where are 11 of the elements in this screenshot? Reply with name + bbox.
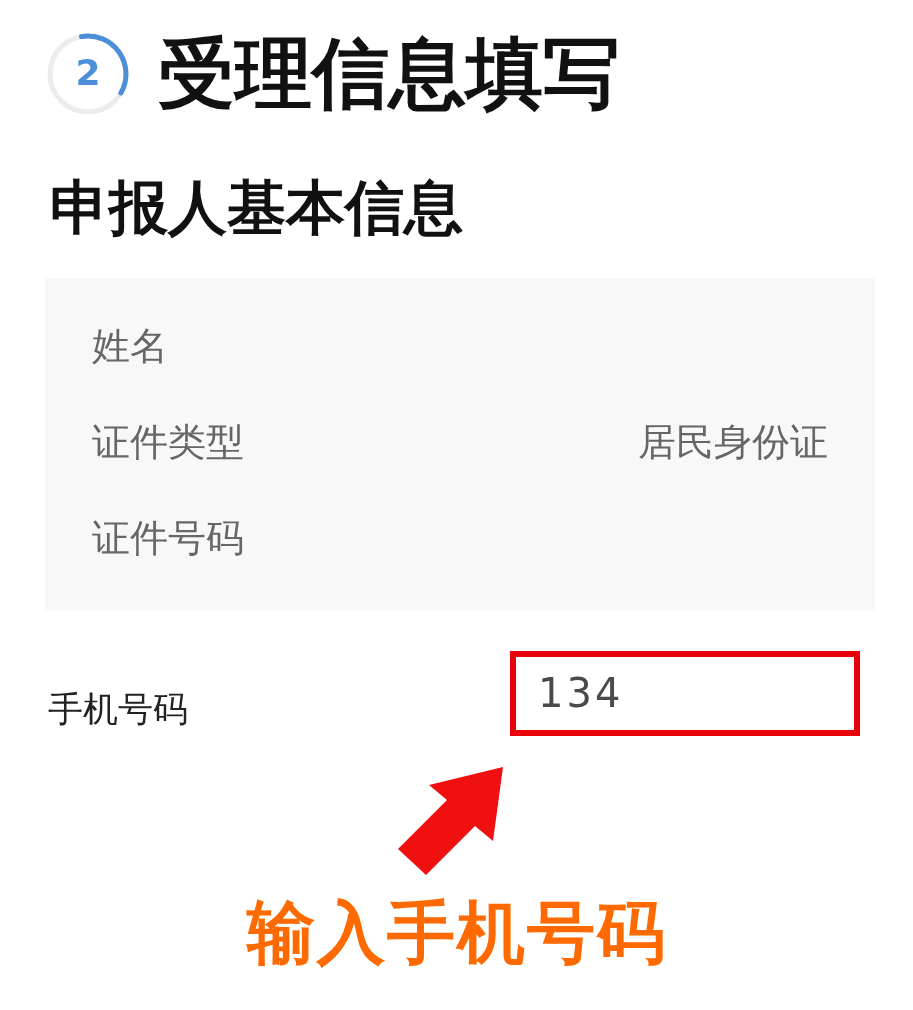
step-title: 受理信息填写 [158,33,620,115]
field-label: 姓名 [92,324,168,370]
phone-input[interactable]: 134 [510,650,860,736]
step-ring-icon [46,32,130,116]
field-label: 证件号码 [92,516,244,562]
field-label: 手机号码 [48,687,188,730]
step-number: 2 [75,55,101,92]
section-title: 申报人基本信息 [50,173,463,242]
field-value: 居民身份证 [638,420,828,466]
annotation-caption: 输入手机号码 [246,895,667,971]
field-label: 证件类型 [92,420,244,466]
